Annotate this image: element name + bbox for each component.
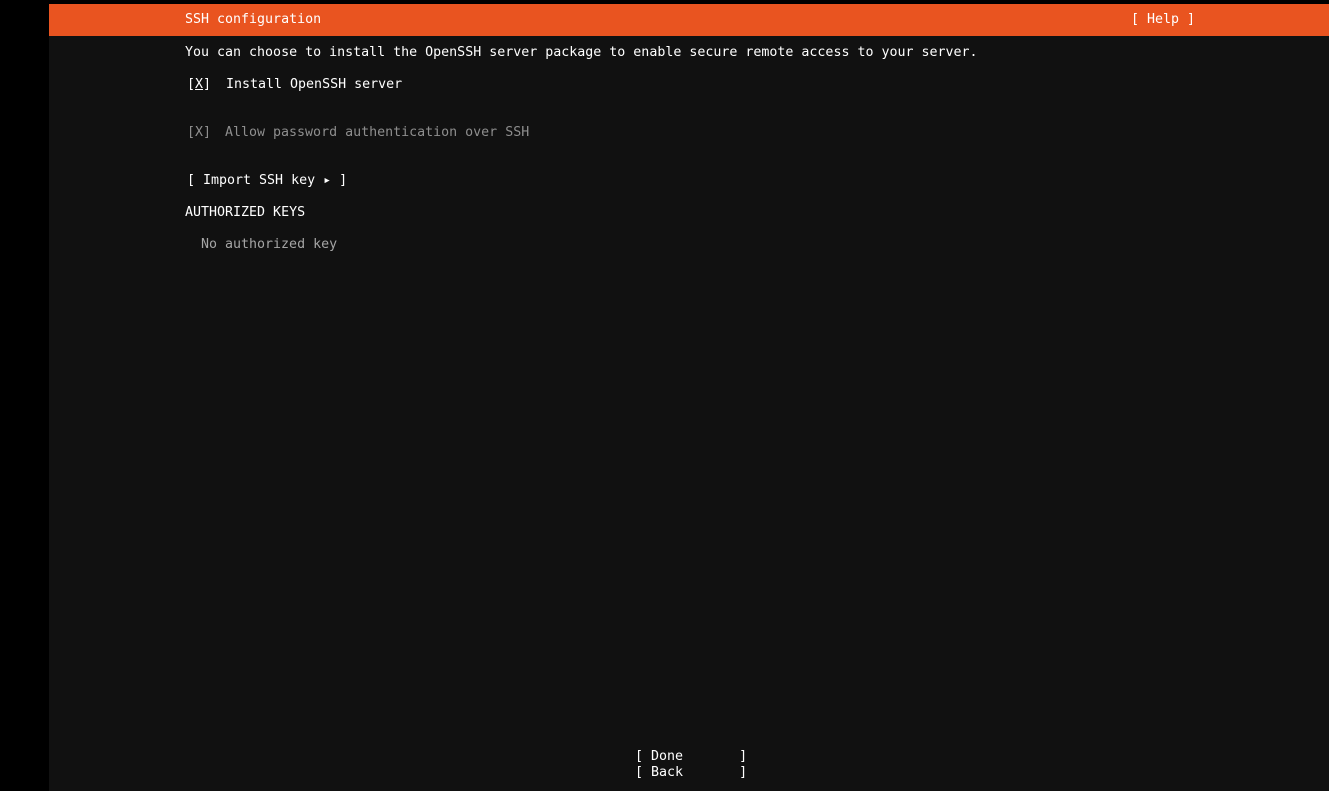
- install-openssh-checkbox[interactable]: [X]: [187, 77, 211, 93]
- import-ssh-key-button[interactable]: [ Import SSH key ▸ ]: [187, 173, 347, 189]
- description-text: You can choose to install the OpenSSH se…: [185, 45, 978, 60]
- checkbox-close-bracket: ]: [203, 77, 212, 92]
- header-bar: SSH configuration [ Help ]: [49, 4, 1329, 36]
- done-button[interactable]: [ Done ]: [635, 749, 747, 765]
- installer-screen: SSH configuration [ Help ] You can choos…: [49, 0, 1329, 791]
- password-auth-checkbox: [X]: [187, 125, 212, 140]
- back-button[interactable]: [ Back ]: [635, 765, 747, 781]
- authorized-keys-heading: AUTHORIZED KEYS: [185, 205, 306, 220]
- left-margin: [0, 0, 49, 791]
- checkbox-open-bracket: [: [187, 77, 196, 92]
- page-title: SSH configuration: [185, 12, 322, 27]
- checkbox-mark: X: [195, 77, 204, 92]
- password-auth-label: Allow password authentication over SSH: [225, 125, 530, 140]
- install-openssh-label[interactable]: Install OpenSSH server: [226, 77, 402, 93]
- help-button[interactable]: [ Help ]: [1131, 12, 1195, 28]
- no-authorized-key-text: No authorized key: [201, 237, 338, 252]
